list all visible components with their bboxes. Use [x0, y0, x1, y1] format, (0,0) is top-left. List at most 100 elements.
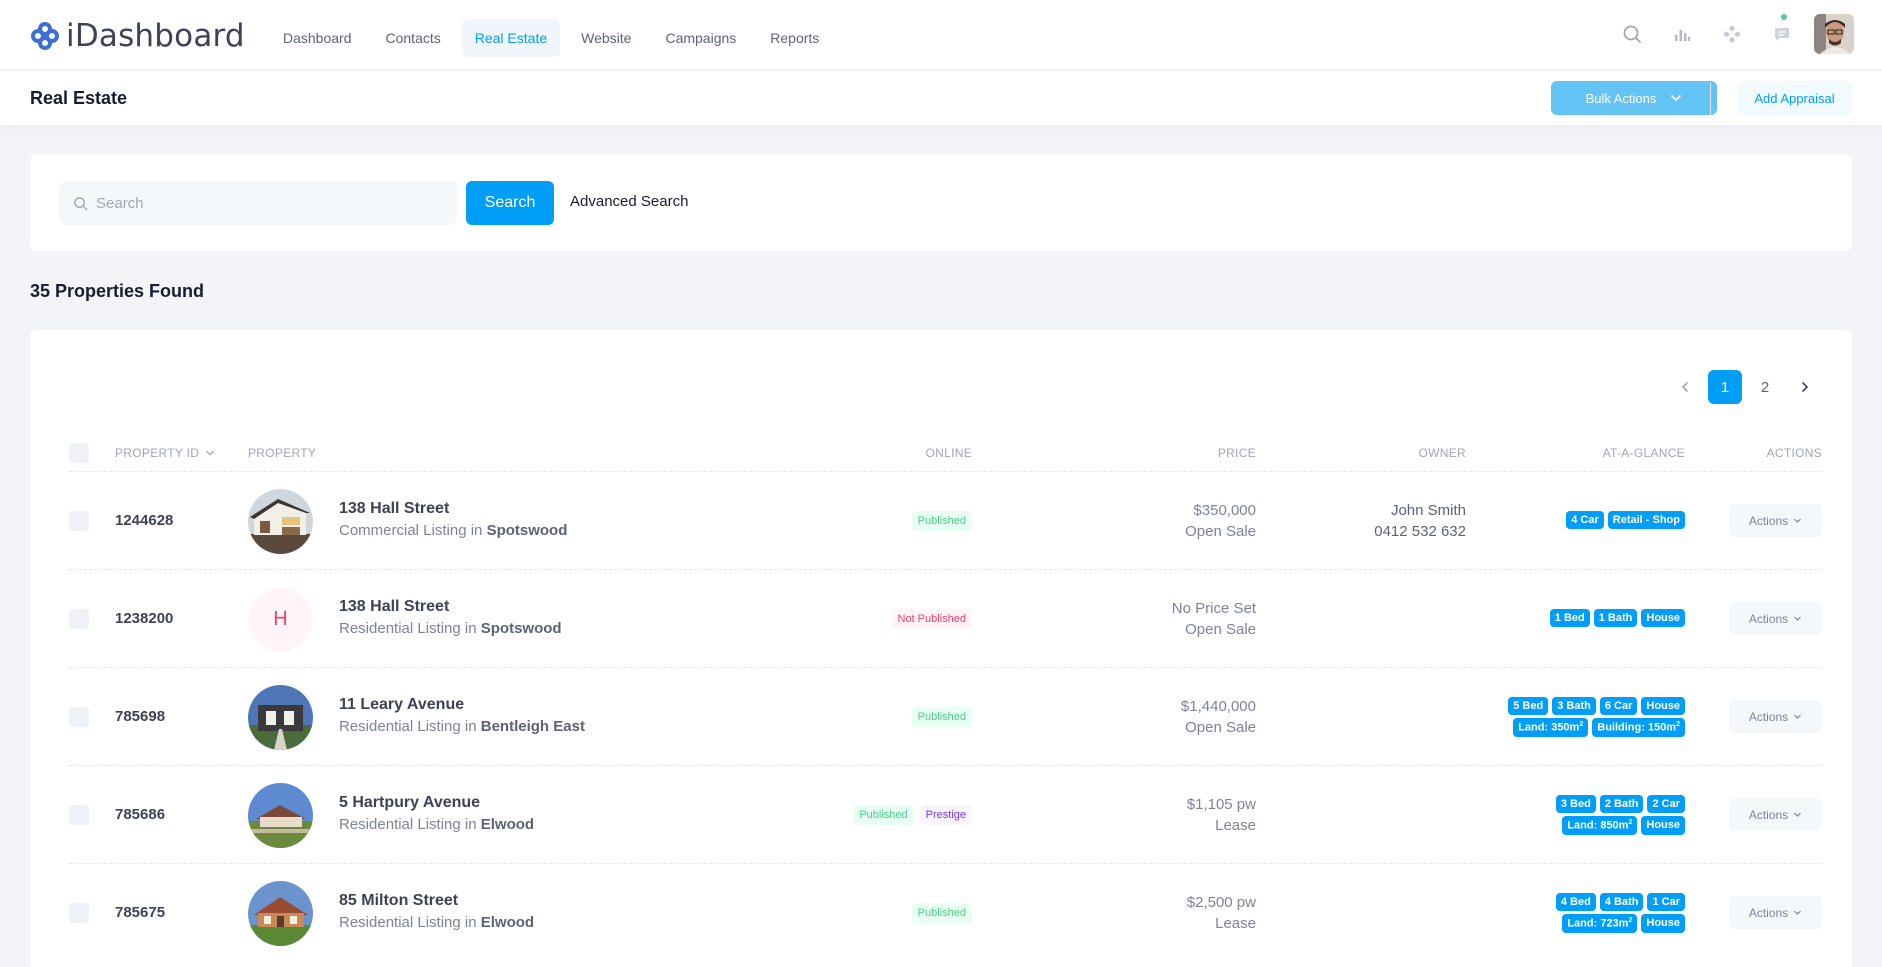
chevron-down-icon	[1794, 616, 1802, 621]
listing-type: Residential Listing in	[339, 718, 477, 735]
app-logo[interactable]: iDashboard	[30, 18, 245, 54]
glance-line: 1 Bed 1 Bath House	[1549, 609, 1685, 627]
top-icons	[1614, 14, 1854, 54]
glance-line: Land: 723m2 House	[1562, 914, 1685, 933]
property-id: 785686	[115, 806, 166, 823]
glance-line: 4 Car Retail - Shop	[1566, 511, 1685, 529]
glance-line: Land: 850m2 House	[1562, 816, 1685, 835]
page-1-button[interactable]: 1	[1708, 370, 1742, 404]
price-value: $1,440,000	[1180, 698, 1256, 715]
published-badge: Published	[911, 707, 972, 727]
nav-campaigns[interactable]: Campaigns	[652, 19, 749, 57]
nav-contacts[interactable]: Contacts	[373, 19, 454, 57]
user-avatar[interactable]	[1814, 14, 1854, 54]
row-checkbox[interactable]	[69, 511, 89, 531]
search-card: Search Advanced Search	[30, 155, 1852, 251]
row-actions-button[interactable]: Actions	[1729, 504, 1822, 537]
property-price: $1,105 pw Lease	[1187, 794, 1256, 836]
nav-website[interactable]: Website	[568, 19, 644, 57]
online-status: Not Published	[891, 609, 972, 629]
glance-badge: 3 Bath	[1552, 697, 1596, 715]
glance-badge: 6 Car	[1599, 697, 1638, 715]
results-count: 35 Properties Found	[30, 281, 205, 301]
row-checkbox[interactable]	[69, 805, 89, 825]
property-thumbnail[interactable]	[248, 881, 313, 946]
header-property-id[interactable]: Property ID	[115, 446, 215, 460]
chevron-down-icon	[1794, 714, 1802, 719]
listing-type: Residential Listing in	[339, 620, 477, 637]
apps-diamond-icon[interactable]	[1714, 14, 1750, 54]
glance-badge: House	[1641, 914, 1685, 933]
sort-chevron-down-icon	[206, 450, 215, 456]
glance-line: 5 Bed 3 Bath 6 Car House	[1508, 697, 1685, 715]
glance-badge: House	[1641, 609, 1685, 627]
listing-type: Residential Listing in	[339, 914, 477, 931]
page-2-button[interactable]: 2	[1748, 370, 1782, 404]
app-name: iDashboard	[66, 18, 245, 54]
unit-superscript: 2	[1628, 917, 1633, 924]
nav-reports[interactable]: Reports	[757, 19, 832, 57]
price-type: Open Sale	[1185, 523, 1256, 540]
property-listing: Residential Listing in Spotswood	[339, 620, 562, 637]
chat-icon[interactable]	[1764, 14, 1800, 54]
nav-real-estate[interactable]: Real Estate	[461, 19, 561, 57]
row-checkbox[interactable]	[69, 707, 89, 727]
glance-badge-land: Land: 850m2	[1562, 816, 1638, 835]
nav-dashboard[interactable]: Dashboard	[270, 19, 365, 57]
table-row: 1244628 138 Hall Street Commercial Listi…	[69, 471, 1822, 569]
property-address[interactable]: 5 Hartpury Avenue	[339, 794, 480, 812]
listing-suburb: Bentleigh East	[480, 718, 585, 735]
row-actions-button[interactable]: Actions	[1729, 700, 1822, 733]
glance-badge: Retail - Shop	[1607, 511, 1685, 529]
search-icon	[74, 196, 88, 210]
add-appraisal-button[interactable]: Add Appraisal	[1737, 81, 1852, 115]
row-actions-button[interactable]: Actions	[1729, 896, 1822, 929]
row-actions-button[interactable]: Actions	[1729, 602, 1822, 635]
actions-label: Actions	[1748, 513, 1789, 528]
select-all-checkbox[interactable]	[69, 443, 89, 463]
main-nav: Dashboard Contacts Real Estate Website C…	[270, 19, 832, 57]
notification-dot	[1781, 14, 1787, 20]
actions-label: Actions	[1748, 905, 1789, 920]
property-address[interactable]: 85 Milton Street	[339, 892, 458, 910]
chevron-down-icon	[1794, 910, 1802, 915]
price-type: Open Sale	[1185, 621, 1256, 638]
property-listing: Residential Listing in Elwood	[339, 914, 534, 931]
glance-badge: 4 Bath	[1599, 893, 1644, 911]
chart-bars-icon[interactable]	[1664, 14, 1700, 54]
property-thumbnail[interactable]	[248, 685, 313, 750]
glance-badge: 1 Bath	[1593, 609, 1638, 627]
property-id: 785675	[115, 904, 166, 921]
prev-page-button[interactable]	[1668, 370, 1702, 404]
advanced-search-link[interactable]: Advanced Search	[570, 193, 688, 210]
next-page-button[interactable]	[1788, 370, 1822, 404]
chevron-left-icon	[1681, 382, 1688, 392]
property-id: 1238200	[115, 610, 174, 627]
row-checkbox[interactable]	[69, 609, 89, 629]
search-input[interactable]	[96, 194, 436, 212]
search-icon[interactable]	[1614, 14, 1650, 54]
glance-badge: 4 Bed	[1555, 893, 1596, 911]
property-address[interactable]: 138 Hall Street	[339, 500, 449, 518]
toolbar-divider	[1710, 83, 1711, 115]
glance-badge: 1 Car	[1647, 893, 1685, 911]
search-button[interactable]: Search	[466, 181, 554, 225]
price-value: No Price Set	[1171, 600, 1256, 617]
property-thumbnail[interactable]	[248, 783, 313, 848]
property-listing: Residential Listing in Elwood	[339, 816, 534, 833]
bulk-actions-button[interactable]: Bulk Actions	[1551, 81, 1717, 115]
online-status: Published	[911, 511, 972, 531]
glance-badge-building: Building: 150m2	[1592, 718, 1685, 737]
chevron-right-icon	[1802, 382, 1809, 392]
property-address[interactable]: 11 Leary Avenue	[339, 696, 464, 714]
property-thumbnail-letter[interactable]: H	[248, 587, 313, 652]
row-actions-button[interactable]: Actions	[1729, 798, 1822, 831]
search-box	[59, 181, 457, 225]
listing-suburb: Elwood	[480, 914, 535, 931]
row-checkbox[interactable]	[69, 903, 89, 923]
property-address[interactable]: 138 Hall Street	[339, 598, 449, 616]
property-thumbnail[interactable]	[248, 489, 313, 554]
online-status: Published Prestige	[853, 805, 972, 825]
glance-badge: 4 Car	[1566, 511, 1604, 529]
property-price: $1,440,000 Open Sale	[1181, 696, 1256, 738]
